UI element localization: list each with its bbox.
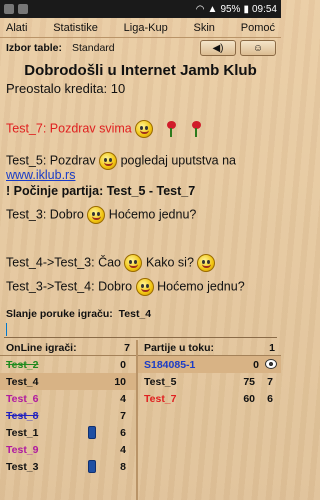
speaker-icon: ◀) [212, 42, 224, 54]
smiley-emoji-icon [124, 254, 143, 272]
battery-level: 95% [220, 3, 241, 15]
menu-statistike[interactable]: Statistike [53, 22, 98, 34]
wifi-icon: ◠ [195, 3, 205, 15]
online-players-header: OnLine igrači: 7 [0, 340, 136, 356]
player-row[interactable]: Test_6 4 [0, 390, 136, 407]
smiley-emoji-icon [135, 278, 154, 296]
credits-text: Preostalo kredita: 10 [6, 81, 126, 96]
smiley-emoji-icon [135, 120, 154, 138]
player-row[interactable]: Test_9 4 [0, 441, 136, 458]
smiley-emoji-icon [197, 254, 216, 272]
player-row[interactable]: Test_1 6 [0, 424, 136, 441]
chat-message: Test_4->Test_3: Čao Kako si? [6, 254, 216, 272]
table-label: Izbor table: [6, 42, 63, 54]
mobile-phone-icon [88, 426, 96, 439]
menu-bar: Alati Statistike Liga-Kup Skin Pomoć [0, 18, 281, 38]
smiley-icon: ☺ [252, 42, 264, 54]
menu-liga-kup[interactable]: Liga-Kup [124, 22, 168, 34]
table-selector: Izbor table: Standard ◀) ☺ [0, 38, 281, 58]
send-recipient: Test_4 [118, 308, 152, 320]
menu-pomoc[interactable]: Pomoć [241, 22, 275, 34]
rose-icon [163, 121, 179, 137]
chat-message: Test_3: Dobro Hoćemo jednu? [6, 206, 196, 224]
mobile-phone-icon [88, 460, 96, 473]
notification-icons [4, 4, 28, 14]
signal-icon: ▲ [207, 3, 218, 15]
online-players-panel: OnLine igrači: 7 Test_2 0 Test_4 10 Test_… [0, 340, 136, 475]
smiley-button[interactable]: ☺ [240, 40, 276, 56]
chat-system-message: ! Počinje partija: Test_5 - Test_7 [6, 184, 196, 198]
message-input[interactable] [4, 322, 277, 338]
game-row[interactable]: Test_5 75 7 [138, 373, 281, 390]
eye-icon[interactable] [265, 359, 277, 369]
smiley-emoji-icon [87, 206, 106, 224]
send-message-label: Slanje poruke igraču: Test_4 [6, 308, 152, 320]
smiley-emoji-icon [99, 152, 118, 170]
menu-alati[interactable]: Alati [6, 22, 27, 34]
app-icon [4, 4, 14, 14]
menu-skin[interactable]: Skin [194, 22, 215, 34]
game-row[interactable]: Test_7 60 6 [138, 390, 281, 407]
battery-icon: ▮ [243, 3, 249, 15]
player-row[interactable]: Test_2 0 [0, 356, 136, 373]
website-link[interactable]: www.iklub.rs [6, 168, 75, 182]
sound-button[interactable]: ◀) [200, 40, 236, 56]
text-cursor [6, 323, 7, 336]
chat-message: Test_7: Pozdrav svima [6, 120, 204, 138]
notification-icon [18, 4, 28, 14]
games-header: Partije u toku: 1 [138, 340, 281, 356]
player-row[interactable]: Test_4 10 [0, 373, 136, 390]
page-title: Dobrodošli u Internet Jamb Klub [24, 62, 257, 79]
status-bar: ◠ ▲ 95% ▮ 09:54 [0, 0, 281, 18]
clock: 09:54 [251, 3, 277, 15]
rose-icon [188, 121, 204, 137]
player-row[interactable]: Test_8 7 [0, 407, 136, 424]
player-row[interactable]: Test_3 8 [0, 458, 136, 475]
game-row[interactable]: S184085-1 0 [138, 356, 281, 373]
games-in-progress-panel: Partije u toku: 1 S184085-1 0 Test_5 75 7… [138, 340, 281, 407]
chat-message: Test_3->Test_4: Dobro Hoćemo jednu? [6, 278, 245, 296]
table-value[interactable]: Standard [72, 42, 115, 54]
